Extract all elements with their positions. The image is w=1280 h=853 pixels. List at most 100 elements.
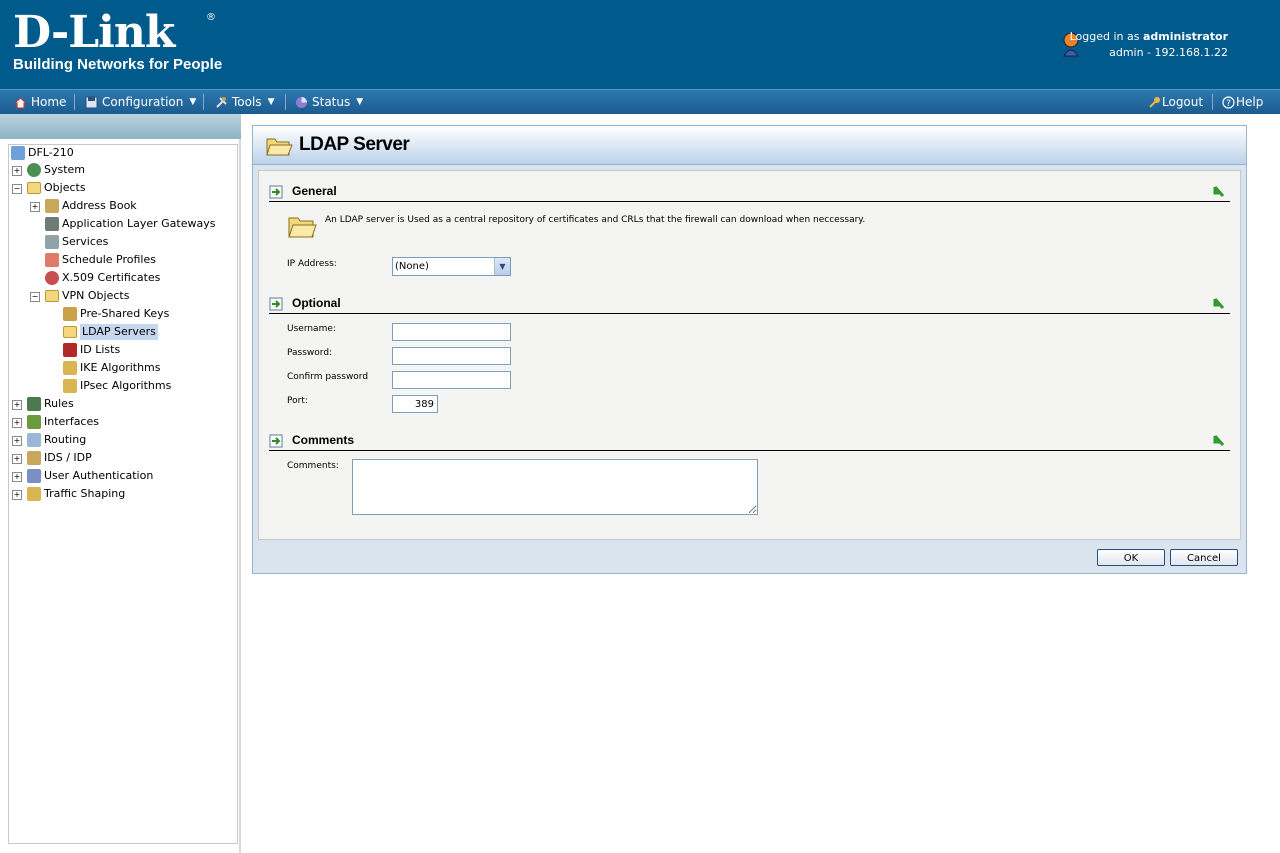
folder-open-icon [266, 138, 293, 156]
page-title: LDAP Server [299, 134, 410, 155]
session-info: admin - 192.168.1.22 [1109, 46, 1228, 59]
confirm-password-input[interactable] [392, 371, 511, 389]
interface-icon [27, 415, 41, 429]
tree-item-interfaces[interactable]: Interfaces [27, 414, 99, 430]
tree-item-objects[interactable]: Objects [27, 180, 86, 196]
logged-in-user: administrator [1142, 30, 1228, 43]
tree-item-label: Application Layer Gateways [62, 217, 216, 230]
user-icon [27, 469, 41, 483]
port-input[interactable] [392, 395, 438, 413]
tools-icon [216, 96, 227, 108]
expand-icon[interactable]: + [12, 166, 22, 176]
sidebar-header [0, 114, 241, 139]
tree-item-ike-algorithms[interactable]: IKE Algorithms [63, 360, 161, 376]
gateway-icon [45, 217, 59, 231]
tree-item-user-authentication[interactable]: User Authentication [27, 468, 153, 484]
tree-item-label: X.509 Certificates [62, 271, 161, 284]
form-content: General An LDAP server is Used as a cent… [258, 170, 1241, 540]
menu-help[interactable]: ? Help [1222, 90, 1263, 114]
tree-item-label: Pre-Shared Keys [80, 307, 170, 320]
menu-home[interactable]: Home [14, 90, 66, 114]
undo-icon[interactable] [1212, 296, 1226, 311]
tree-item-schedule-profiles[interactable]: Schedule Profiles [45, 252, 156, 268]
status-icon [296, 96, 307, 108]
ip-address-label: IP Address: [287, 259, 337, 269]
ok-button[interactable]: OK [1097, 549, 1165, 566]
tree-item-ldap-servers[interactable]: LDAP Servers [63, 324, 158, 340]
tree-item-id-lists[interactable]: ID Lists [63, 342, 120, 358]
comments-label: Comments: [287, 461, 339, 471]
logged-in-prefix: Logged in as [1069, 30, 1140, 43]
tree-item-x509[interactable]: X.509 Certificates [45, 270, 160, 286]
tree-item-ipsec-algorithms[interactable]: IPsec Algorithms [63, 378, 171, 394]
routing-icon [27, 433, 41, 447]
tree-item-label: IDS / IDP [44, 451, 92, 464]
port-label: Port: [287, 396, 308, 406]
expand-icon[interactable]: + [30, 202, 40, 212]
lock-icon [63, 379, 77, 393]
menu-help-label: Help [1236, 95, 1264, 109]
tree-item-rules[interactable]: Rules [27, 396, 74, 412]
tree-item-label: IKE Algorithms [80, 361, 161, 374]
key-icon [63, 307, 77, 321]
tree-root-label: DFL-210 [28, 146, 74, 159]
tree-item-system[interactable]: System [27, 162, 85, 178]
undo-icon[interactable] [1212, 433, 1226, 448]
confirm-password-label: Confirm password [287, 372, 369, 382]
username-label: Username: [287, 324, 336, 334]
tree-item-pre-shared-keys[interactable]: Pre-Shared Keys [63, 306, 169, 322]
tree-item-label: Traffic Shaping [44, 487, 126, 500]
rules-icon [27, 397, 41, 411]
menu-logout[interactable]: Logout [1148, 90, 1203, 114]
undo-icon[interactable] [1212, 184, 1226, 199]
folder-open-icon [288, 217, 317, 238]
chevron-down-icon[interactable]: ▼ [494, 258, 510, 275]
tree-item-services[interactable]: Services [45, 234, 108, 250]
registered-mark: ® [206, 12, 216, 23]
section-optional: Optional [269, 295, 1230, 314]
menu-divider [285, 94, 286, 110]
password-label: Password: [287, 348, 333, 358]
section-comments-heading: Comments [292, 433, 355, 447]
cancel-button[interactable]: Cancel [1170, 549, 1238, 566]
menu-status[interactable]: Status ▼ [295, 90, 363, 114]
menu-status-label: Status [312, 95, 351, 109]
tree-item-vpn-objects[interactable]: VPN Objects [45, 288, 129, 304]
tree-item-label: Routing [44, 433, 87, 446]
menu-configuration[interactable]: Configuration ▼ [85, 90, 196, 114]
expand-icon[interactable]: + [12, 436, 22, 446]
ip-address-select[interactable]: (None) ▼ [392, 257, 511, 276]
device-icon [11, 146, 25, 160]
expand-icon[interactable]: + [12, 418, 22, 428]
expand-icon[interactable]: + [12, 472, 22, 482]
menu-tools[interactable]: Tools ▼ [215, 90, 274, 114]
services-icon [45, 235, 59, 249]
help-icon: ? [1222, 95, 1235, 109]
tree-item-label: Address Book [62, 199, 137, 212]
arrow-right-icon [269, 434, 283, 448]
comments-textarea[interactable] [352, 459, 758, 515]
page-title-bar: LDAP Server [253, 126, 1246, 165]
expand-icon[interactable]: + [12, 454, 22, 464]
tree-item-routing[interactable]: Routing [27, 432, 86, 448]
tree-item-label: IPsec Algorithms [80, 379, 172, 392]
login-info: Logged in as administrator admin - 192.1… [1070, 29, 1228, 61]
tree-root-dfl210[interactable]: DFL-210 [11, 145, 74, 161]
expand-icon[interactable]: + [12, 400, 22, 410]
tree-item-ids-idp[interactable]: IDS / IDP [27, 450, 92, 466]
tree-item-traffic-shaping[interactable]: Traffic Shaping [27, 486, 125, 502]
traffic-icon [27, 487, 41, 501]
save-icon [85, 96, 98, 108]
username-input[interactable] [392, 323, 511, 341]
svg-text:?: ? [1226, 99, 1231, 109]
tree-item-address-book[interactable]: Address Book [45, 198, 137, 214]
calendar-icon [45, 253, 59, 267]
collapse-icon[interactable]: − [30, 292, 40, 302]
password-input[interactable] [392, 347, 511, 365]
expand-icon[interactable]: + [12, 490, 22, 500]
menu-logout-label: Logout [1162, 95, 1204, 109]
tree-item-alg[interactable]: Application Layer Gateways [45, 216, 215, 232]
collapse-icon[interactable]: − [12, 184, 22, 194]
certificate-icon [45, 271, 59, 285]
lock-icon [63, 361, 77, 375]
